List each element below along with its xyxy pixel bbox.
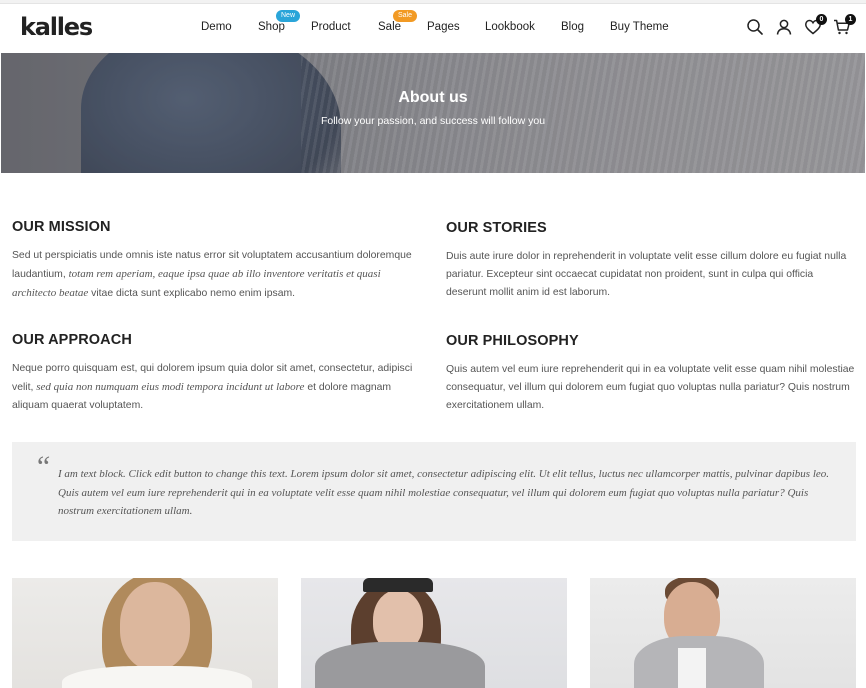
section-title: OUR PHILOSOPHY <box>446 333 579 349</box>
section-text: Sed ut perspiciatis unde omnis iste natu… <box>12 250 412 299</box>
section-title: OUR APPROACH <box>12 332 132 348</box>
nav-item-buy-theme[interactable]: Buy Theme <box>610 21 669 33</box>
nav-item-pages[interactable]: Pages <box>427 21 460 33</box>
quote-block: “ I am text block. Click edit button to … <box>12 442 856 541</box>
philosophy-section: OUR PHILOSOPHY Quis autem vel eum iure r… <box>446 333 856 415</box>
sale-badge: Sale <box>393 10 418 22</box>
stories-section: OUR STORIES Duis aute irure dolor in rep… <box>446 220 856 302</box>
nav-item-demo[interactable]: Demo <box>201 21 232 33</box>
new-badge: New <box>276 10 301 22</box>
nav-item-shop[interactable]: Shop New <box>258 10 301 33</box>
site-logo[interactable]: kalles <box>20 13 93 41</box>
quote-text: I am text block. Click edit button to ch… <box>58 468 830 517</box>
user-icon[interactable] <box>775 18 793 36</box>
wishlist-count: 0 <box>816 14 827 25</box>
section-text: Duis aute irure dolor in reprehenderit i… <box>446 251 847 298</box>
nav-item-label: Shop <box>258 21 285 33</box>
quote-mark-icon: “ <box>34 450 51 483</box>
nav-item-lookbook[interactable]: Lookbook <box>485 21 535 33</box>
hero-banner: About us Follow your passion, and succes… <box>1 53 865 173</box>
approach-section: OUR APPROACH Neque porro quisquam est, q… <box>12 332 422 415</box>
nav-item-sale[interactable]: Sale Sale <box>378 10 418 33</box>
page-subtitle: Follow your passion, and success will fo… <box>320 115 546 127</box>
section-title: OUR STORIES <box>446 220 547 236</box>
nav-item-product[interactable]: Product <box>311 21 351 33</box>
cart-count: 1 <box>845 14 856 25</box>
nav-item-label: Sale <box>378 21 402 33</box>
mission-section: OUR MISSION Sed ut perspiciatis unde omn… <box>12 219 422 303</box>
section-text: Neque porro quisquam est, qui dolorem ip… <box>12 363 413 411</box>
heart-icon[interactable]: 0 <box>804 14 827 36</box>
site-header: kalles Demo Shop New Product Sale Sale P… <box>0 4 866 53</box>
team-photo-1 <box>12 578 278 688</box>
section-text: Quis autem vel eum iure reprehenderit qu… <box>446 364 855 411</box>
team-photo-2 <box>301 578 567 688</box>
page-title: About us <box>398 89 468 106</box>
team-photo-3 <box>590 578 856 688</box>
cart-icon[interactable]: 1 <box>833 14 856 36</box>
section-title: OUR MISSION <box>12 219 111 235</box>
search-icon[interactable] <box>746 18 764 36</box>
nav-item-blog[interactable]: Blog <box>561 21 584 33</box>
